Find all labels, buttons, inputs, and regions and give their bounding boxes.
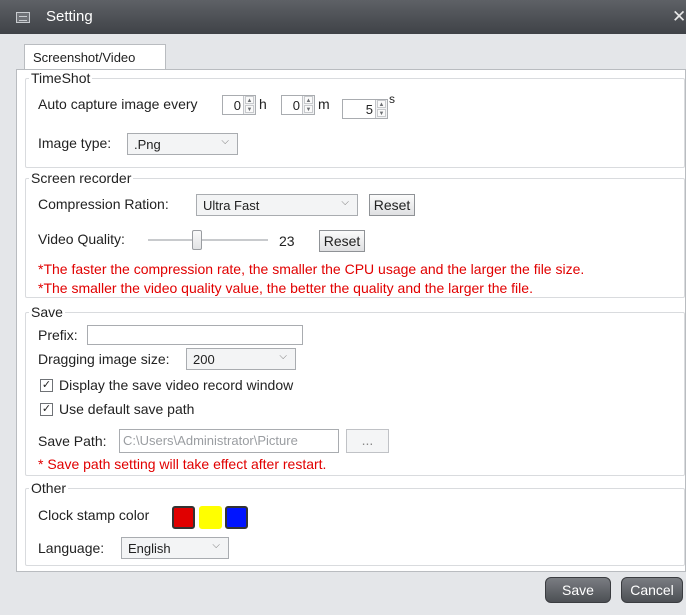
settings-window: Setting ✕ Screenshot/Video TimeShot Auto…	[0, 0, 686, 615]
video-quality-label: Video Quality:	[38, 231, 125, 247]
browse-button[interactable]: ...	[346, 429, 389, 453]
spin-up-icon[interactable]: ▲	[304, 96, 313, 104]
seconds-value: 5	[365, 102, 373, 117]
compression-note: *The faster the compression rate, the sm…	[38, 261, 585, 277]
quality-note: *The smaller the video quality value, th…	[38, 280, 533, 296]
screen-recorder-legend: Screen recorder	[31, 170, 132, 186]
dragging-size-select[interactable]: 200 ⌵	[186, 348, 296, 370]
other-legend: Other	[31, 480, 67, 496]
cancel-button[interactable]: Cancel	[621, 577, 683, 603]
compression-select[interactable]: Ultra Fast ⌵	[196, 194, 358, 216]
close-icon[interactable]: ✕	[672, 7, 686, 27]
tab-panel: TimeShot Auto capture image every 0 ▲ ▼ h…	[16, 69, 686, 572]
seconds-unit: s	[389, 92, 395, 106]
compression-reset-button[interactable]: Reset	[369, 194, 415, 216]
color-swatch-blue[interactable]	[225, 506, 248, 529]
save-path-field[interactable]: C:\Users\Administrator\Picture	[119, 429, 339, 453]
minutes-spinner[interactable]: 0 ▲ ▼	[281, 95, 315, 115]
display-window-checkbox[interactable]: ✓	[40, 379, 53, 392]
hours-spinner[interactable]: 0 ▲ ▼	[222, 95, 256, 115]
image-type-select[interactable]: .Png ⌵	[127, 133, 238, 155]
language-select[interactable]: English ⌵	[121, 537, 229, 559]
spin-up-icon[interactable]: ▲	[377, 100, 386, 108]
video-quality-slider[interactable]	[148, 228, 268, 252]
save-path-label: Save Path:	[38, 433, 107, 449]
display-window-label: Display the save video record window	[59, 377, 294, 393]
default-path-checkbox[interactable]: ✓	[40, 403, 53, 416]
language-value: English	[128, 541, 171, 556]
dragging-size-value: 200	[193, 352, 215, 367]
title-bar[interactable]: Setting ✕	[0, 0, 686, 34]
spin-down-icon[interactable]: ▼	[304, 105, 313, 113]
timeshot-legend: TimeShot	[31, 70, 91, 86]
spin-down-icon[interactable]: ▼	[245, 105, 254, 113]
color-swatch-red[interactable]	[172, 506, 195, 529]
seconds-spinner[interactable]: 5 ▲ ▼	[342, 99, 388, 119]
default-path-label: Use default save path	[59, 401, 195, 417]
save-legend: Save	[31, 304, 63, 320]
clock-color-label: Clock stamp color	[38, 507, 150, 523]
spin-up-icon[interactable]: ▲	[245, 96, 254, 104]
video-quality-value: 23	[279, 233, 295, 249]
timeshot-group: TimeShot	[25, 70, 685, 168]
quality-reset-button[interactable]: Reset	[319, 230, 365, 252]
dragging-size-label: Dragging image size:	[38, 351, 170, 367]
minutes-value: 0	[292, 98, 300, 113]
color-swatch-yellow[interactable]	[199, 506, 222, 529]
hours-unit: h	[259, 96, 267, 112]
save-path-note: * Save path setting will take effect aft…	[38, 456, 327, 472]
slider-thumb[interactable]	[192, 230, 202, 250]
slider-track	[148, 239, 268, 241]
language-label: Language:	[38, 540, 105, 556]
compression-value: Ultra Fast	[203, 198, 260, 213]
minutes-unit: m	[318, 96, 330, 112]
window-icon	[16, 12, 30, 23]
chevron-down-icon: ⌵	[279, 351, 287, 362]
chevron-down-icon: ⌵	[221, 136, 229, 147]
prefix-input[interactable]	[87, 325, 303, 345]
chevron-down-icon: ⌵	[341, 197, 349, 208]
spin-down-icon[interactable]: ▼	[377, 109, 386, 117]
auto-capture-label: Auto capture image every	[38, 96, 198, 112]
tab-screenshot-video[interactable]: Screenshot/Video	[24, 44, 166, 70]
compression-label: Compression Ration:	[38, 196, 169, 212]
window-title: Setting	[46, 8, 93, 25]
image-type-label: Image type:	[38, 135, 112, 151]
prefix-label: Prefix:	[38, 327, 78, 343]
hours-value: 0	[233, 98, 241, 113]
save-button[interactable]: Save	[545, 577, 611, 603]
image-type-value: .Png	[134, 137, 161, 152]
chevron-down-icon: ⌵	[212, 540, 220, 551]
